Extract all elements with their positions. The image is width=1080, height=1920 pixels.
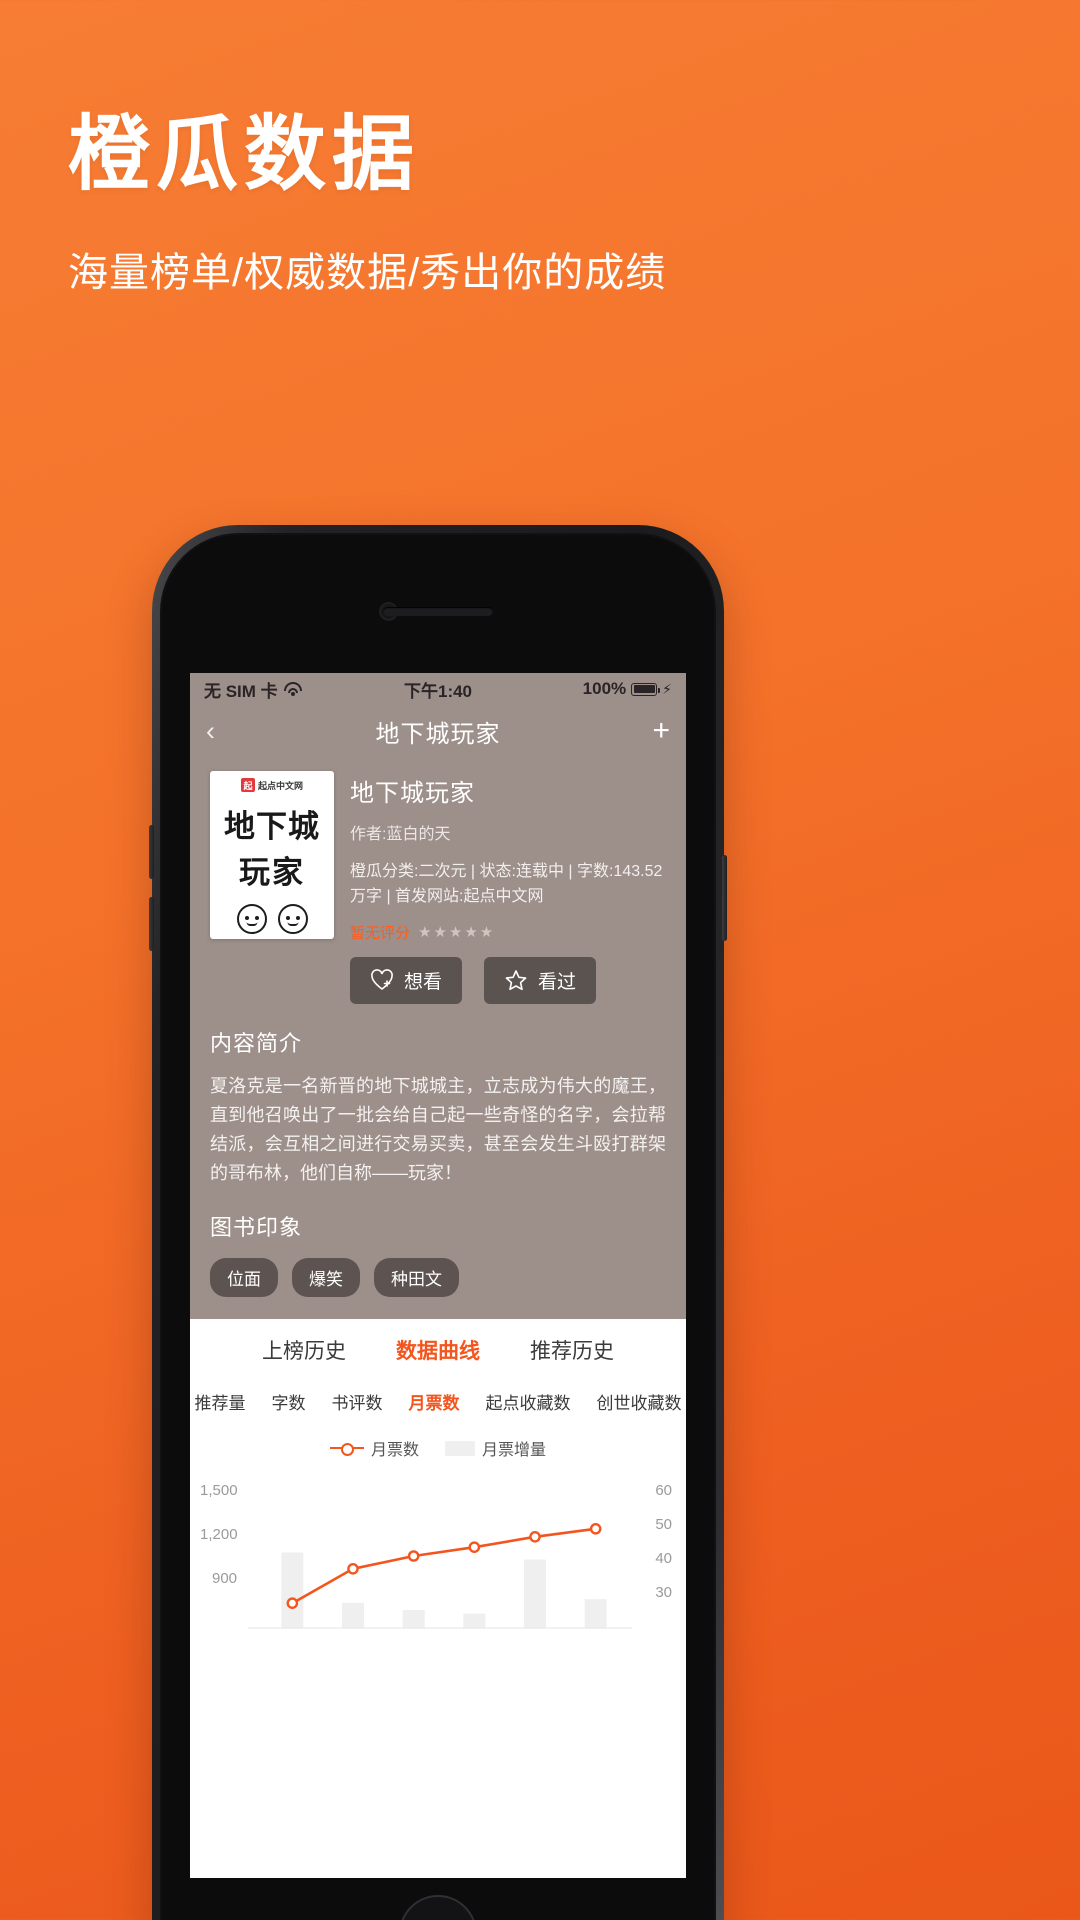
tab-ranking-history[interactable]: 上榜历史 <box>262 1335 346 1365</box>
page-title: 地下城玩家 <box>375 720 501 748</box>
phone-screen: 无 SIM 卡 下午1:40 100% ⚡ ‹ 地下城玩家 + 起 起点中文网 … <box>190 673 686 1878</box>
impression-tag[interactable]: 位面 <box>210 1258 278 1298</box>
qidian-logo-icon: 起 <box>240 778 255 792</box>
chart-bar <box>584 1599 607 1629</box>
book-title: 地下城玩家 <box>350 780 475 807</box>
metric-qidian-collections[interactable]: 起点收藏数 <box>486 1389 571 1414</box>
clock-label: 下午1:40 <box>403 681 473 701</box>
chart-point <box>347 1563 359 1575</box>
phone-mockup: 无 SIM 卡 下午1:40 100% ⚡ ‹ 地下城玩家 + 起 起点中文网 … <box>149 525 727 1920</box>
carrier-label: 无 SIM 卡 <box>204 681 278 701</box>
cover-title-line2: 玩家 <box>239 855 305 891</box>
chart-point <box>286 1597 299 1610</box>
chart-bar <box>463 1613 486 1629</box>
legend-label-monthly-tickets: 月票数 <box>370 1442 419 1460</box>
chart-plot-area: 1,500 1,200 900 60 50 40 30 <box>190 1476 686 1636</box>
status-bar: 无 SIM 卡 下午1:40 100% ⚡ <box>190 673 686 705</box>
intro-text: 夏洛克是一名新晋的地下城城主，立志成为伟大的魔王，直到他召唤出了一批会给自己起一… <box>210 1075 666 1184</box>
promo-title: 橙瓜数据 <box>68 109 421 200</box>
plus-icon[interactable]: + <box>630 716 670 746</box>
earpiece-speaker <box>383 607 493 616</box>
want-to-read-button[interactable]: 想看 <box>350 956 463 1004</box>
face-icon <box>236 904 267 934</box>
metric-wordcount[interactable]: 字数 <box>272 1389 306 1414</box>
metric-chuangshi-collections[interactable]: 创世收藏数 <box>597 1389 682 1414</box>
rating-label: 暂无评分 <box>350 924 411 942</box>
cover-illustration <box>210 904 334 934</box>
legend-item-line: 月票数 <box>329 1436 419 1460</box>
have-read-button[interactable]: 看过 <box>484 956 597 1004</box>
chart-point <box>468 1541 481 1554</box>
home-button[interactable] <box>399 1895 477 1920</box>
chart-legend: 月票数 月票增量 <box>190 1436 686 1460</box>
impression-heading: 图书印象 <box>210 1215 303 1241</box>
metric-monthly-tickets[interactable]: 月票数 <box>409 1389 460 1414</box>
intro-section: 内容简介 夏洛克是一名新晋的地下城城主，立志成为伟大的魔王，直到他召唤出了一批会… <box>210 1004 666 1189</box>
book-author: 作者:蓝白的天 <box>350 826 451 843</box>
tab-data-curve[interactable]: 数据曲线 <box>396 1335 480 1365</box>
cover-title-line1-text: 地下城 <box>224 809 320 845</box>
promo-header: 橙瓜数据 海量榜单/权威数据/秀出你的成绩 <box>68 108 968 298</box>
nav-bar: ‹ 地下城玩家 + <box>190 705 686 757</box>
star-outline-icon <box>504 969 528 991</box>
chart-bar <box>402 1610 425 1629</box>
volume-down-button[interactable] <box>149 897 154 951</box>
legend-label-ticket-growth: 月票增量 <box>482 1442 547 1460</box>
want-to-read-label: 想看 <box>404 971 443 993</box>
metric-filter-bar: 推荐量 字数 书评数 月票数 起点收藏数 创世收藏数 <box>190 1389 686 1414</box>
chart-panel: 上榜历史 数据曲线 推荐历史 推荐量 字数 书评数 月票数 起点收藏数 创世收藏… <box>190 1319 686 1637</box>
promo-subtitle: 海量榜单/权威数据/秀出你的成绩 <box>68 251 667 296</box>
legend-item-bar: 月票增量 <box>445 1436 546 1460</box>
book-cover[interactable]: 起 起点中文网 地下城 玩家 元旦，什么都不会 <box>210 771 334 939</box>
rating-stars: ★★★★★ <box>418 924 496 942</box>
heart-plus-icon <box>370 969 394 991</box>
battery-percent-label: 100% <box>582 679 627 698</box>
cover-title-line1: 地下城 <box>210 801 334 846</box>
cover-brand-label: 起点中文网 <box>257 780 303 791</box>
metric-reviews[interactable]: 书评数 <box>332 1389 383 1414</box>
face-icon <box>277 904 308 934</box>
cover-brand: 起 起点中文网 <box>210 771 334 792</box>
have-read-label: 看过 <box>538 971 577 993</box>
battery-icon <box>631 682 661 696</box>
book-meta: 橙瓜分类:二次元 | 状态:连载中 | 字数:143.52万字 | 首发网站:起… <box>350 863 663 905</box>
book-info: 地下城玩家 作者:蓝白的天 橙瓜分类:二次元 | 状态:连载中 | 字数:143… <box>350 771 666 1004</box>
chart-svg <box>248 1523 632 1629</box>
phone-body: 无 SIM 卡 下午1:40 100% ⚡ ‹ 地下城玩家 + 起 起点中文网 … <box>160 533 716 1920</box>
intro-heading: 内容简介 <box>210 1030 303 1056</box>
book-action-buttons: 想看 看过 <box>350 956 666 1004</box>
wifi-icon <box>283 682 302 696</box>
chart-bar <box>342 1603 364 1629</box>
chevron-left-icon[interactable]: ‹ <box>206 717 246 745</box>
chart-bar <box>524 1559 546 1629</box>
book-detail-section: 起 起点中文网 地下城 玩家 元旦，什么都不会 <box>190 757 686 1320</box>
impression-tag[interactable]: 爆笑 <box>292 1258 360 1298</box>
metric-recommend[interactable]: 推荐量 <box>195 1389 246 1414</box>
tab-recommend-history[interactable]: 推荐历史 <box>530 1335 614 1365</box>
chart-bar <box>281 1552 304 1629</box>
impression-tag-list: 位面 爆笑 种田文 <box>210 1258 666 1319</box>
chart-line <box>291 1527 597 1605</box>
volume-up-button[interactable] <box>149 825 154 879</box>
impression-section: 图书印象 位面 爆笑 种田文 <box>210 1188 666 1319</box>
chart-point <box>407 1550 420 1563</box>
lightning-bolt-icon: ⚡ <box>662 680 672 697</box>
power-button[interactable] <box>722 855 727 941</box>
chart-point <box>589 1523 602 1535</box>
book-rating: 暂无评分 ★★★★★ <box>350 922 666 943</box>
chart-tab-bar: 上榜历史 数据曲线 推荐历史 <box>190 1335 686 1365</box>
impression-tag[interactable]: 种田文 <box>374 1258 459 1298</box>
chart-point <box>529 1531 541 1543</box>
